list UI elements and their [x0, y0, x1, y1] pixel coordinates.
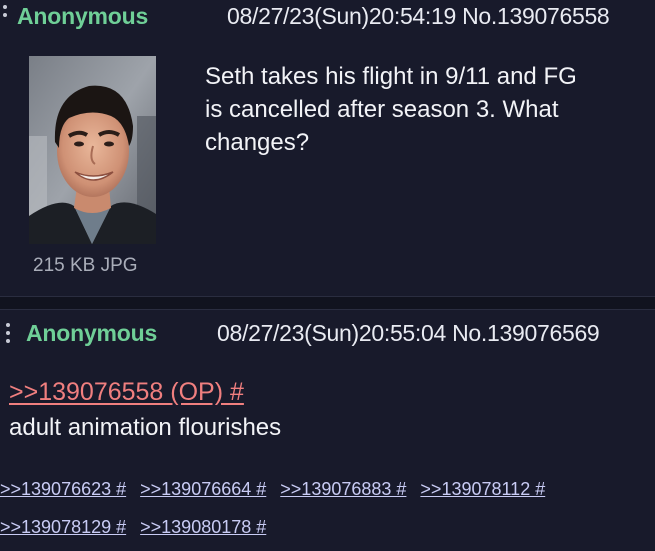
- replies-row: >>139078129 # >>139080178 #: [0, 517, 280, 538]
- post-number[interactable]: No.139076569: [452, 320, 600, 346]
- post-body: adult animation flourishes: [9, 414, 282, 441]
- op-post: Anonymous 08/27/23(Sun)20:54:19 No.13907…: [0, 0, 655, 297]
- post-header-meta: 08/27/23(Sun)20:54:19 No.139076558: [227, 3, 610, 30]
- portrait-photo: [29, 56, 156, 244]
- reply-link[interactable]: >>139080178 #: [140, 517, 266, 537]
- post-menu-icon[interactable]: [3, 5, 7, 21]
- poster-name[interactable]: Anonymous: [17, 3, 148, 30]
- post-datetime: 08/27/23(Sun)20:54:19: [227, 3, 457, 29]
- reply-link[interactable]: >>139076883 #: [280, 479, 406, 499]
- post-body-line: changes?: [205, 129, 310, 156]
- post-datetime: 08/27/23(Sun)20:55:04: [217, 320, 447, 346]
- poster-name[interactable]: Anonymous: [26, 320, 157, 347]
- reply-link[interactable]: >>139076664 #: [140, 479, 266, 499]
- thread-page: Anonymous 08/27/23(Sun)20:54:19 No.13907…: [0, 0, 655, 551]
- replies-row: >>139076623 # >>139076664 # >>139076883 # >…: [0, 479, 559, 500]
- post-body: Seth takes his flight in 9/11 and FG is …: [205, 60, 577, 159]
- post-menu-icon[interactable]: [6, 323, 10, 347]
- reply-link[interactable]: >>139078112 #: [420, 479, 545, 499]
- post-body-line: is cancelled after season 3. What: [205, 96, 559, 123]
- quote-link-op[interactable]: >>139076558 (OP) #: [9, 378, 244, 407]
- reply-post: Anonymous 08/27/23(Sun)20:55:04 No.13907…: [0, 309, 655, 551]
- reply-link[interactable]: >>139076623 #: [0, 479, 126, 499]
- file-info: 215 KB JPG: [33, 255, 138, 276]
- post-body-line: Seth takes his flight in 9/11 and FG: [205, 63, 577, 90]
- post-number[interactable]: No.139076558: [462, 3, 610, 29]
- post-thumbnail-image[interactable]: [29, 56, 156, 244]
- reply-link[interactable]: >>139078129 #: [0, 517, 126, 537]
- post-header-meta: 08/27/23(Sun)20:55:04 No.139076569: [217, 320, 600, 347]
